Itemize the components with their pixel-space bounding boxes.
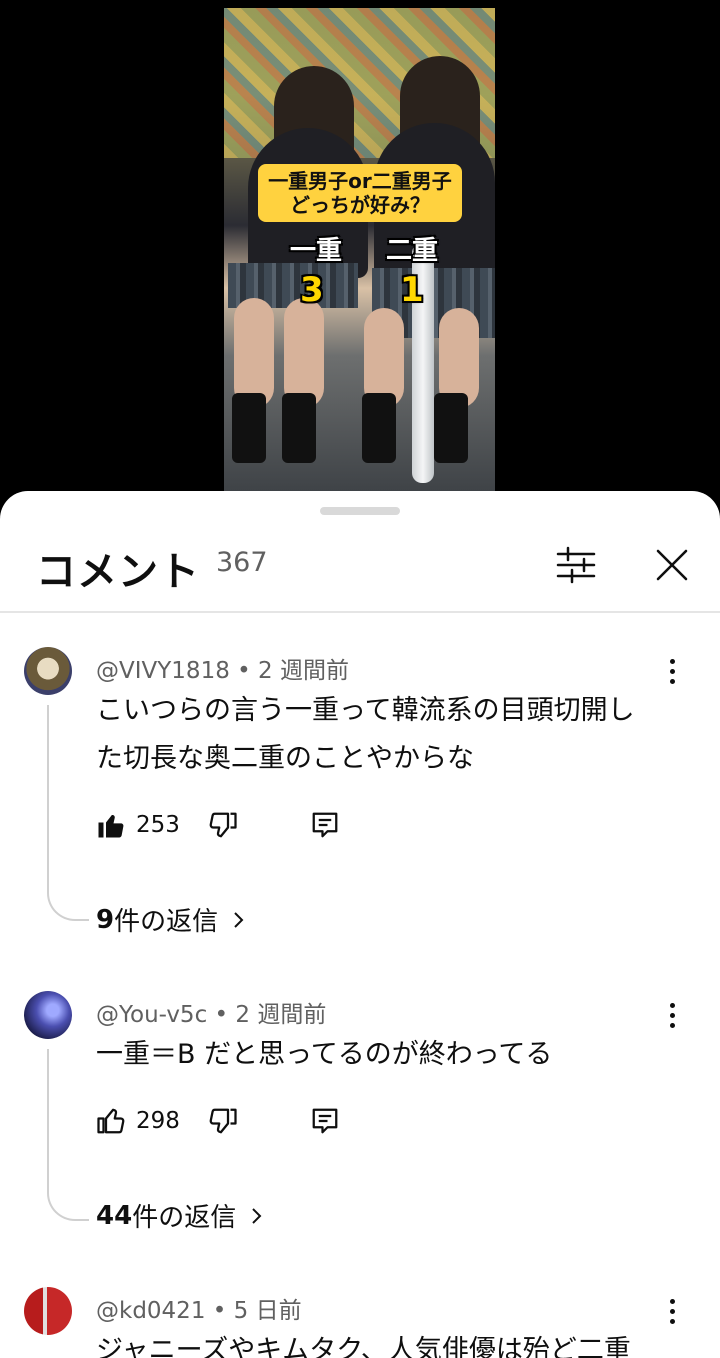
thumbs-down-icon — [209, 812, 237, 838]
meta-separator: • — [229, 658, 259, 684]
banner-line2: どっちが好み？ — [290, 193, 430, 217]
left-option-count: 3 — [300, 270, 324, 310]
reply-comment-icon — [312, 1108, 338, 1134]
drag-handle[interactable] — [320, 507, 400, 515]
comment-text: こいつらの言う一重って韓流系の目頭切開し た切長な奥二重のことやからな — [96, 687, 676, 783]
more-options-button[interactable] — [656, 1291, 688, 1331]
leg — [234, 298, 274, 408]
comment-text: 一重＝B だと思ってるのが終わってる — [96, 1031, 676, 1079]
thumbs-up-icon — [97, 1108, 125, 1134]
comment-text-line: こいつらの言う一重って韓流系の目頭切開し — [96, 695, 635, 726]
comment-author[interactable]: @You-v5c — [96, 1002, 207, 1028]
avatar[interactable] — [24, 991, 72, 1039]
chevron-right-icon — [252, 1207, 262, 1224]
like-button[interactable]: 253 — [96, 803, 180, 847]
comment-meta: @kd0421 • 5 日前 — [96, 1291, 302, 1325]
comment-text: ジャニーズやキムタク、人気俳優は殆ど二重 — [96, 1327, 676, 1358]
comments-sheet: コメント 367 @VIVY1818 • 2 週間前 こいつらの言う一重って韓流… — [0, 491, 720, 1358]
sort-filter-button[interactable] — [552, 541, 600, 589]
left-option-label: 一重 — [290, 236, 343, 266]
leg — [284, 298, 324, 408]
more-options-button[interactable] — [656, 651, 688, 691]
thread-curve — [47, 889, 89, 921]
replies-count: 44 — [96, 1200, 133, 1231]
close-button[interactable] — [648, 541, 696, 589]
comment-item: @You-v5c • 2 週間前 一重＝B だと思ってるのが終わってる 298 — [0, 985, 720, 1245]
more-options-button[interactable] — [656, 995, 688, 1035]
comment-text-line: 一重＝B だと思ってるのが終わってる — [96, 1039, 553, 1070]
comment-item: @VIVY1818 • 2 週間前 こいつらの言う一重って韓流系の目頭切開し た… — [0, 641, 720, 941]
shoe — [282, 393, 316, 463]
meta-separator: • — [207, 1002, 236, 1028]
like-button[interactable]: 298 — [96, 1099, 180, 1143]
poll-banner: 一重男子or二重男子 どっちが好み？ — [258, 164, 462, 222]
shoe — [232, 393, 266, 463]
comment-time: 2 週間前 — [258, 658, 349, 684]
video-frame[interactable]: 一重男子or二重男子 どっちが好み？ 一重 3 二重 1 — [224, 8, 495, 491]
replies-label: 件の返信 — [114, 907, 219, 937]
shoe — [434, 393, 468, 463]
banner-line1: 一重男子or二重男子 — [268, 169, 452, 193]
right-option-count: 1 — [400, 270, 424, 310]
replies-count: 9 — [96, 904, 115, 935]
thumbs-up-filled-icon — [98, 815, 124, 838]
view-replies-button[interactable]: 9 件の返信 — [96, 901, 250, 938]
reply-comment-icon — [312, 812, 338, 838]
comment-author[interactable]: @VIVY1818 — [96, 658, 230, 684]
like-count: 298 — [136, 1108, 180, 1134]
meta-separator: • — [205, 1298, 234, 1324]
comment-meta: @You-v5c • 2 週間前 — [96, 995, 326, 1029]
video-player[interactable]: 一重男子or二重男子 どっちが好み？ 一重 3 二重 1 — [0, 0, 720, 500]
comments-header: コメント 367 — [0, 525, 720, 613]
reply-button[interactable] — [310, 803, 340, 847]
thumbs-down-icon — [209, 1108, 237, 1134]
avatar[interactable] — [24, 1287, 72, 1335]
chevron-right-icon — [234, 911, 244, 928]
thread-line — [47, 705, 49, 889]
thread-line — [47, 1049, 49, 1189]
sliders-icon — [556, 546, 596, 584]
comment-time: 5 日前 — [233, 1298, 302, 1324]
dislike-button[interactable] — [208, 1099, 238, 1143]
comment-text-line: ジャニーズやキムタク、人気俳優は殆ど二重 — [96, 1335, 631, 1358]
view-replies-button[interactable]: 44 件の返信 — [96, 1197, 268, 1234]
shoe — [362, 393, 396, 463]
close-icon — [656, 549, 688, 581]
like-count: 253 — [136, 812, 180, 838]
replies-label: 件の返信 — [132, 1203, 237, 1233]
comment-author[interactable]: @kd0421 — [96, 1298, 205, 1324]
comment-item: @kd0421 • 5 日前 ジャニーズやキムタク、人気俳優は殆ど二重 — [0, 1281, 720, 1358]
reply-button[interactable] — [310, 1099, 340, 1143]
comment-time: 2 週間前 — [235, 1002, 327, 1028]
thread-curve — [47, 1189, 89, 1221]
avatar[interactable] — [24, 647, 72, 695]
comment-text-line: た切長な奥二重のことやからな — [96, 743, 474, 774]
comments-title: コメント — [36, 549, 200, 595]
comment-meta: @VIVY1818 • 2 週間前 — [96, 651, 349, 685]
dislike-button[interactable] — [208, 803, 238, 847]
comments-count: 367 — [216, 547, 268, 578]
right-option-label: 二重 — [386, 236, 439, 266]
